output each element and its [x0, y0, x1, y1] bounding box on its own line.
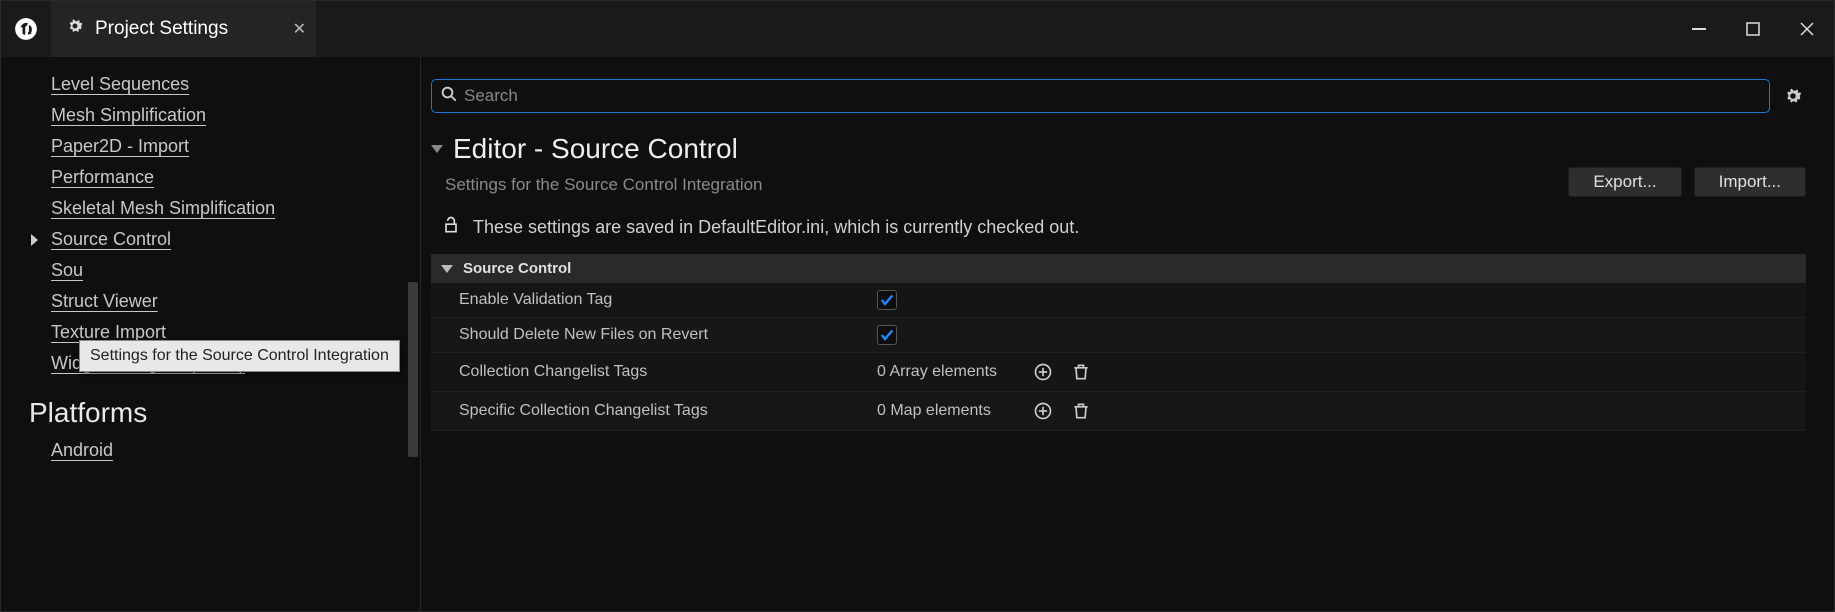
- import-button[interactable]: Import...: [1694, 167, 1806, 197]
- main-panel: Editor - Source Control Settings for the…: [421, 57, 1834, 611]
- prop-row-collection-changelist-tags: Collection Changelist Tags 0 Array eleme…: [431, 353, 1806, 392]
- sidebar-item-skeletal-mesh-simplification[interactable]: Skeletal Mesh Simplification: [1, 193, 420, 224]
- sidebar: Level Sequences Mesh Simplification Pape…: [1, 57, 421, 611]
- search-input[interactable]: [458, 86, 1761, 106]
- page-subtitle: Settings for the Source Control Integrat…: [431, 175, 1568, 195]
- sidebar-scrollbar[interactable]: [408, 67, 418, 601]
- checkbox-should-delete-new-files[interactable]: [877, 325, 897, 345]
- sidebar-item-android[interactable]: Android: [1, 435, 420, 466]
- tab-title: Project Settings: [95, 18, 228, 40]
- window-controls: [1672, 1, 1834, 57]
- page-title: Editor - Source Control: [453, 133, 738, 165]
- minimize-button[interactable]: [1672, 9, 1726, 49]
- sidebar-item-struct-viewer[interactable]: Struct Viewer: [1, 286, 420, 317]
- sidebar-item-truncated[interactable]: Sou: [1, 255, 420, 286]
- chevron-down-icon[interactable]: [441, 265, 453, 273]
- settings-gear-button[interactable]: [1780, 83, 1806, 109]
- search-icon: [440, 85, 458, 107]
- settings-icon: [65, 16, 85, 42]
- close-window-button[interactable]: [1780, 9, 1834, 49]
- checkbox-enable-validation-tag[interactable]: [877, 290, 897, 310]
- tab-project-settings[interactable]: Project Settings ✕: [51, 1, 316, 57]
- prop-row-enable-validation-tag: Enable Validation Tag: [431, 283, 1806, 318]
- search-box[interactable]: [431, 79, 1770, 113]
- clear-elements-button[interactable]: [1069, 360, 1093, 384]
- sidebar-item-performance[interactable]: Performance: [1, 162, 420, 193]
- sidebar-item-mesh-simplification[interactable]: Mesh Simplification: [1, 100, 420, 131]
- prop-row-should-delete-new-files: Should Delete New Files on Revert: [431, 318, 1806, 353]
- chevron-down-icon[interactable]: [431, 145, 443, 153]
- sidebar-section-platforms: Platforms: [1, 379, 420, 435]
- property-table: Enable Validation Tag Should Delete New …: [431, 283, 1806, 431]
- tooltip: Settings for the Source Control Integrat…: [79, 340, 400, 372]
- prop-row-specific-collection-changelist-tags: Specific Collection Changelist Tags 0 Ma…: [431, 392, 1806, 431]
- maximize-button[interactable]: [1726, 9, 1780, 49]
- sidebar-item-paper2d-import[interactable]: Paper2D - Import: [1, 131, 420, 162]
- unreal-logo: [1, 1, 51, 57]
- export-button[interactable]: Export...: [1568, 167, 1681, 197]
- sidebar-scrollbar-thumb[interactable]: [408, 282, 418, 457]
- clear-elements-button[interactable]: [1069, 399, 1093, 423]
- add-element-button[interactable]: [1031, 360, 1055, 384]
- section-header-source-control[interactable]: Source Control: [431, 254, 1806, 283]
- sidebar-item-level-sequences[interactable]: Level Sequences: [1, 69, 420, 100]
- unlock-icon: [441, 215, 461, 240]
- sidebar-item-source-control[interactable]: Source Control: [1, 224, 420, 255]
- titlebar: Project Settings ✕: [1, 1, 1834, 57]
- close-icon[interactable]: ✕: [293, 19, 306, 39]
- save-note: These settings are saved in DefaultEdito…: [431, 215, 1806, 240]
- add-element-button[interactable]: [1031, 399, 1055, 423]
